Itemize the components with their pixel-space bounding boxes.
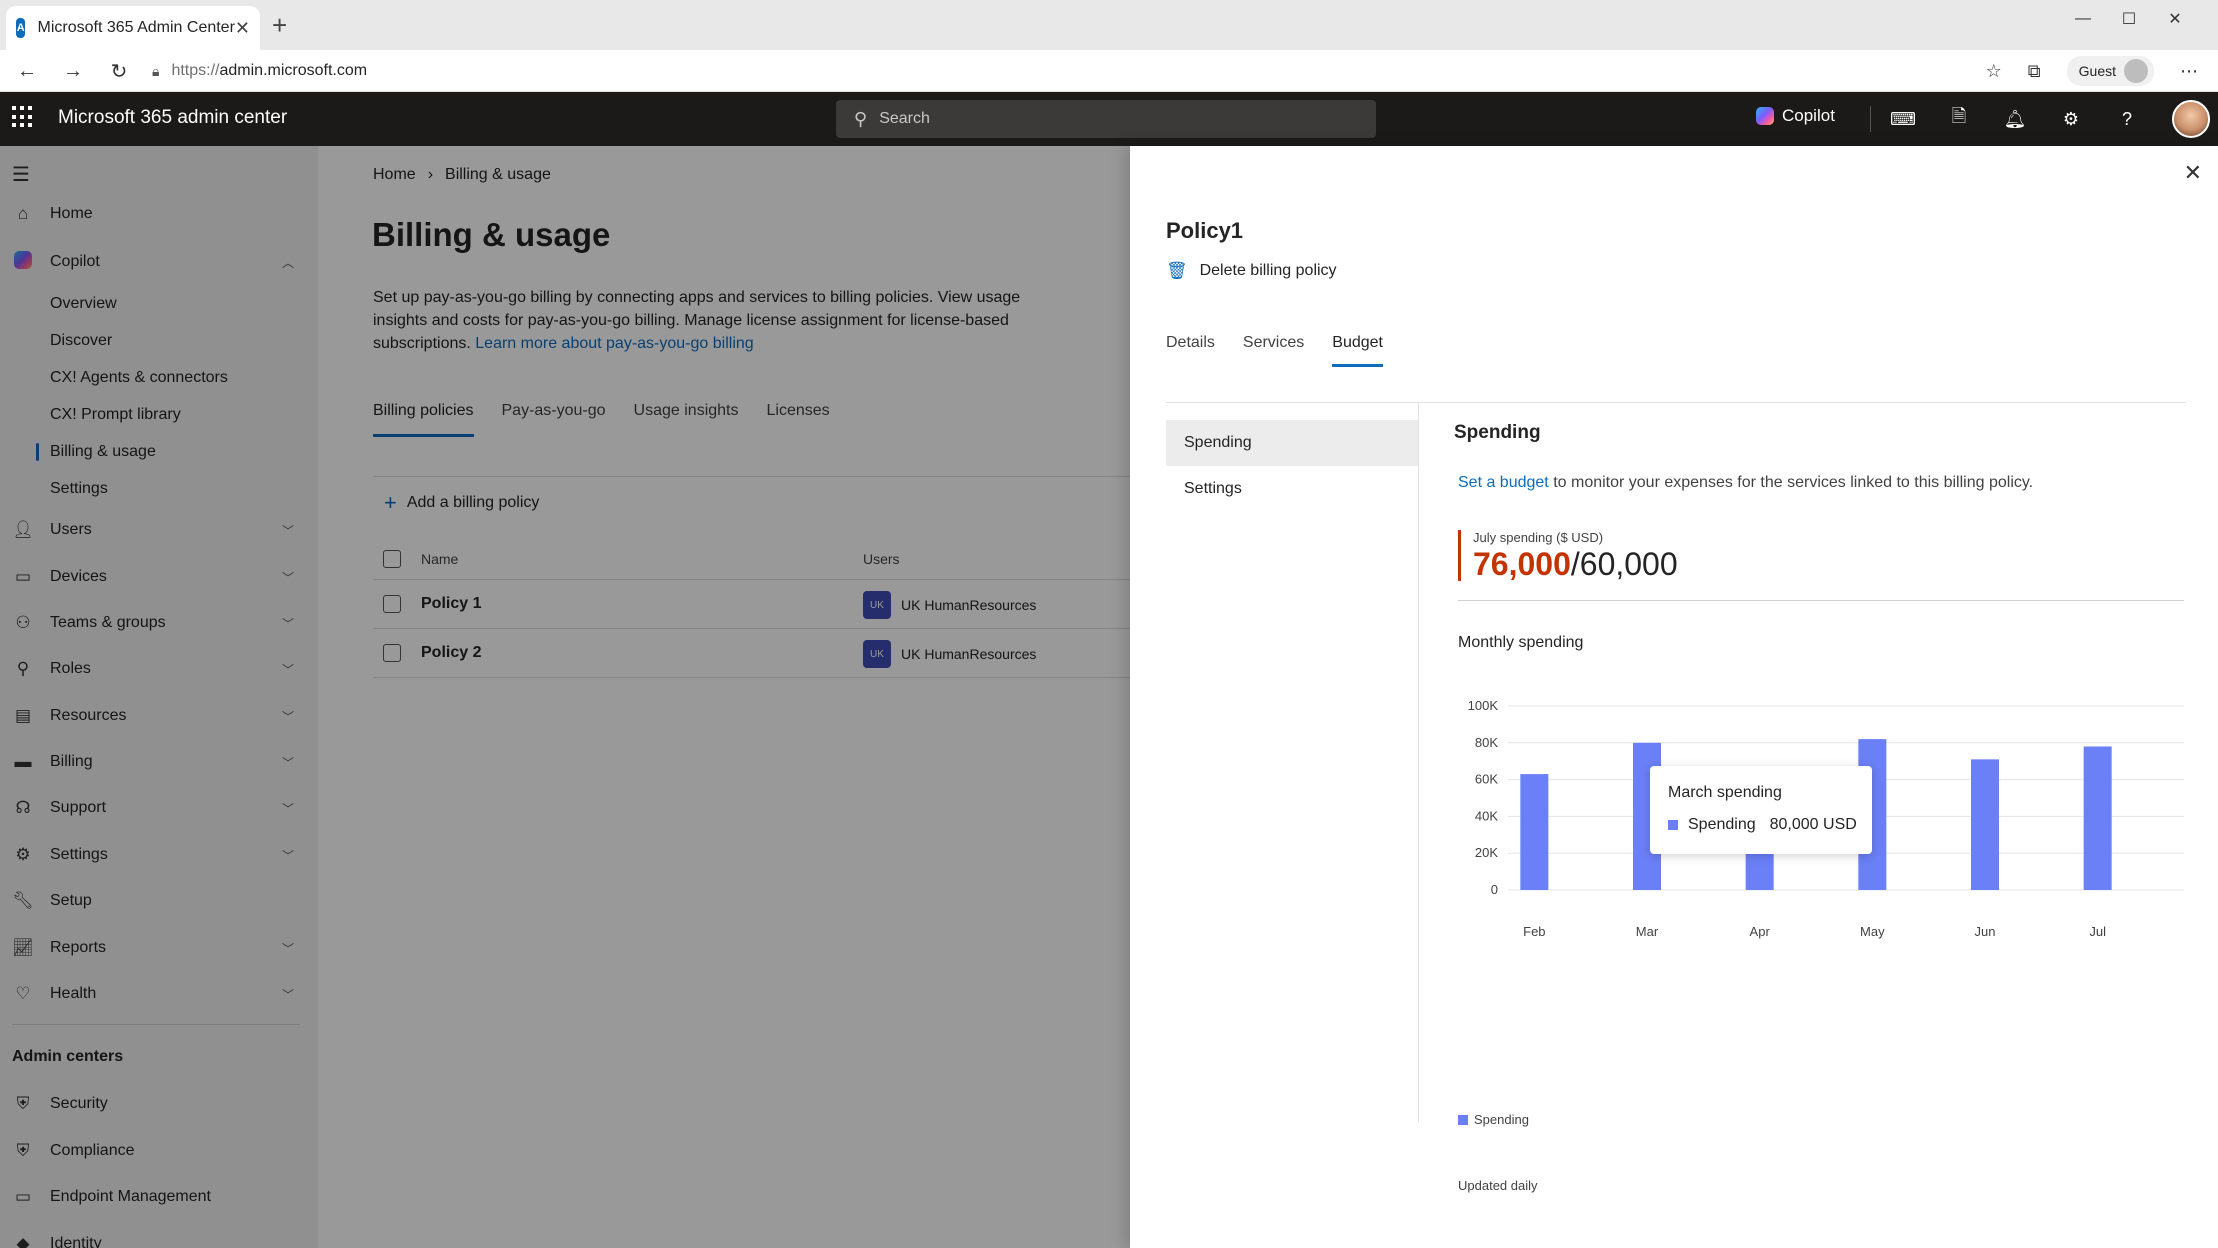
bar-jun[interactable]	[1971, 759, 1999, 890]
tooltip-title: March spending	[1668, 784, 1782, 801]
delete-billing-policy-button[interactable]: 🗑︎ Delete billing policy	[1166, 261, 1337, 281]
search-input[interactable]: ⚲ Search	[836, 100, 1376, 138]
profile-avatar-icon	[2124, 59, 2148, 83]
tab-budget[interactable]: Budget	[1332, 334, 1383, 367]
tooltip-series: Spending	[1688, 816, 1756, 833]
copilot-icon	[1756, 107, 1774, 125]
profile-button[interactable]: Guest	[2066, 56, 2154, 86]
minimize-icon[interactable]: —	[2060, 4, 2106, 34]
new-tab-icon[interactable]: +	[272, 12, 287, 38]
document-icon[interactable]: 🗎︎	[1944, 104, 1974, 134]
help-icon[interactable]: ?	[2112, 104, 2142, 134]
app-launcher-icon[interactable]	[12, 106, 34, 128]
search-placeholder: Search	[879, 110, 930, 127]
content-divider	[1458, 600, 2184, 601]
close-window-icon[interactable]: ✕	[2152, 4, 2198, 34]
tab-close-icon[interactable]: ✕	[235, 18, 250, 39]
modal-overlay[interactable]	[0, 146, 1130, 1248]
spending-description: Set a budget to monitor your expenses fo…	[1458, 474, 2034, 491]
search-icon: ⚲	[854, 108, 868, 129]
address-bar: ← → ↻ 🔒︎ https://admin.microsoft.com ☆ ⧉…	[0, 50, 2218, 92]
y-tick-label: 0	[1491, 882, 1498, 897]
suite-header: Microsoft 365 admin center ⚲ Search Copi…	[0, 92, 2218, 146]
kpi-spent: 76,000	[1473, 546, 1571, 582]
bar-jul[interactable]	[2083, 746, 2112, 890]
bar-feb[interactable]	[1520, 774, 1549, 890]
july-spending-kpi: July spending ($ USD) 76,000/60,000	[1458, 530, 1678, 581]
budget-subnav: Spending Settings	[1166, 420, 1419, 512]
tab-details[interactable]: Details	[1166, 334, 1215, 367]
admin-favicon-icon: A	[16, 18, 26, 38]
chart-legend[interactable]: Spending	[1458, 1112, 1529, 1127]
forward-icon[interactable]: →	[58, 56, 88, 86]
legend-swatch	[1458, 1114, 1468, 1125]
tooltip-swatch	[1668, 820, 1678, 830]
copilot-button[interactable]: Copilot	[1756, 106, 1835, 126]
trash-icon: 🗑︎	[1166, 261, 1188, 280]
app-title[interactable]: Microsoft 365 admin center	[58, 107, 287, 129]
window-controls: — ☐ ✕	[2060, 4, 2198, 34]
x-tick-label: Apr	[1750, 924, 1771, 939]
chart-tooltip: March spending Spending 80,000 USD	[1650, 766, 1872, 854]
kpi-value: 76,000/60,000	[1473, 547, 1678, 581]
updated-note: Updated daily	[1458, 1178, 1538, 1193]
subnav-settings[interactable]: Settings	[1166, 466, 1419, 512]
user-avatar[interactable]	[2172, 100, 2210, 138]
url-input[interactable]: 🔒︎ https://admin.microsoft.com	[152, 54, 1992, 88]
notifications-bell-icon[interactable]: 🔔︎	[2000, 104, 2030, 134]
set-budget-link[interactable]: Set a budget	[1458, 474, 1549, 491]
x-tick-label: Jul	[2089, 924, 2106, 939]
suite-icons: ⌨ 🗎︎ 🔔︎ ⚙ ?	[1888, 104, 2142, 134]
tab-title: Microsoft 365 Admin Center	[37, 19, 235, 36]
monthly-spending-chart: 0 20K 40K 60K 80K 100K Feb Mar Apr May Jun Jul	[1468, 698, 2184, 939]
kpi-budget: /60,000	[1570, 546, 1678, 582]
chart-title: Monthly spending	[1458, 634, 1584, 651]
browser-toolbar: ☆ ⧉ Guest ⋯	[1986, 56, 2198, 86]
lock-icon: 🔒︎	[152, 62, 160, 79]
y-tick-label: 100K	[1468, 698, 1499, 713]
browser-tab[interactable]: A Microsoft 365 Admin Center ✕	[6, 6, 260, 50]
y-tick-label: 40K	[1475, 808, 1498, 823]
x-tick-label: Feb	[1523, 924, 1545, 939]
browser-tab-bar: A Microsoft 365 Admin Center ✕ + — ☐ ✕	[0, 0, 2218, 50]
x-tick-label: Mar	[1636, 924, 1659, 939]
legend-label: Spending	[1474, 1112, 1529, 1127]
y-tick-label: 80K	[1475, 735, 1498, 750]
panel-divider	[1166, 402, 2186, 403]
back-icon[interactable]: ←	[12, 56, 42, 86]
suite-divider	[1870, 106, 1871, 132]
close-icon[interactable]: ✕	[2184, 160, 2202, 186]
maximize-icon[interactable]: ☐	[2106, 4, 2152, 34]
tooltip-value: 80,000 USD	[1769, 816, 1857, 833]
subnav-divider	[1418, 402, 1419, 1122]
terminal-icon[interactable]: ⌨	[1888, 104, 1918, 134]
policy-panel: ✕ Policy1 🗑︎ Delete billing policy Detai…	[1130, 146, 2218, 1248]
settings-gear-icon[interactable]: ⚙	[2056, 104, 2086, 134]
tab-services[interactable]: Services	[1243, 334, 1304, 367]
panel-title: Policy1	[1166, 218, 1244, 243]
copilot-label: Copilot	[1782, 106, 1835, 125]
x-tick-label: May	[1860, 924, 1885, 939]
kpi-label: July spending ($ USD)	[1473, 530, 1604, 545]
more-options-icon[interactable]: ⋯	[2180, 61, 2198, 82]
profile-label: Guest	[2078, 63, 2116, 79]
favorites-star-icon[interactable]: ☆	[1986, 61, 2002, 82]
y-tick-label: 60K	[1475, 772, 1498, 787]
collections-icon[interactable]: ⧉	[2028, 61, 2041, 82]
bar-apr[interactable]	[1745, 853, 1774, 890]
spending-title: Spending	[1454, 422, 1541, 443]
url-text: https://admin.microsoft.com	[171, 62, 368, 79]
x-tick-label: Jun	[1975, 924, 1996, 939]
panel-tabs: Details Services Budget	[1166, 334, 1383, 367]
tooltip-row: Spending 80,000 USD	[1668, 816, 1857, 834]
subnav-spending[interactable]: Spending	[1166, 420, 1419, 466]
y-tick-label: 20K	[1475, 845, 1498, 860]
refresh-icon[interactable]: ↻	[104, 56, 134, 86]
